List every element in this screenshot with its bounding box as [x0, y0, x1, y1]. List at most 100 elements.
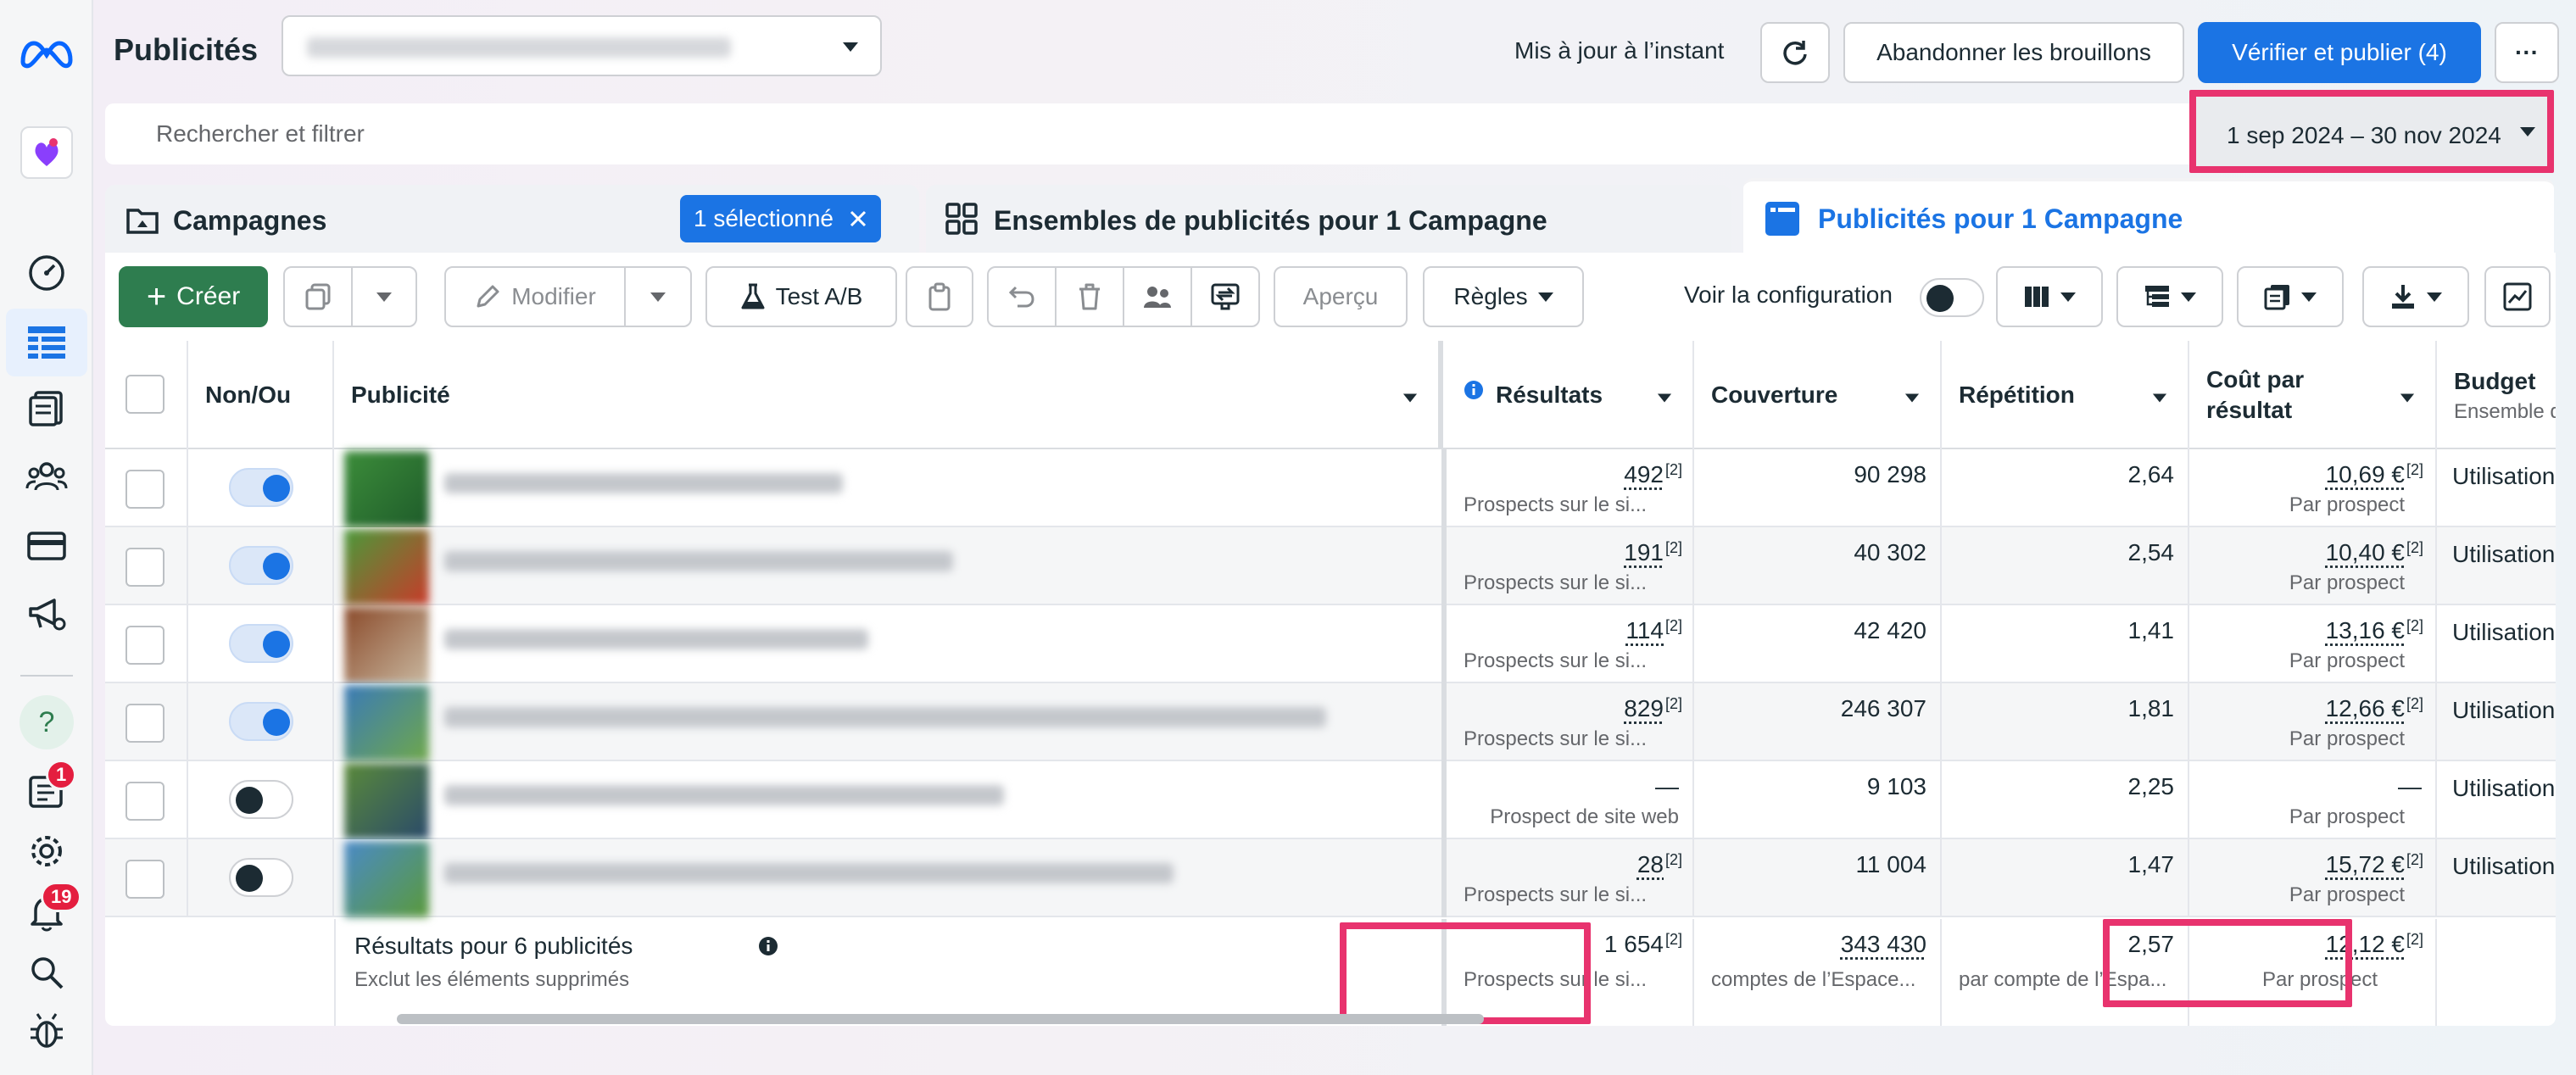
row-ad-cell[interactable]	[334, 449, 1447, 527]
row-ad-cell[interactable]	[334, 605, 1447, 683]
clipboard-button[interactable]	[906, 266, 973, 327]
transfer-button[interactable]	[1190, 266, 1260, 327]
export-button[interactable]	[2362, 266, 2469, 327]
charts-button[interactable]	[2484, 266, 2551, 327]
cpr-value[interactable]: 13,16 €	[2326, 617, 2405, 644]
row-checkbox[interactable]	[125, 782, 164, 821]
settings-gear-icon[interactable]	[0, 829, 93, 873]
ad-status-toggle[interactable]	[229, 858, 293, 897]
refresh-button[interactable]	[1760, 22, 1830, 83]
ad-name-redacted[interactable]	[444, 863, 1174, 883]
select-all-checkbox[interactable]	[125, 375, 164, 414]
account-avatar[interactable]	[0, 125, 93, 180]
col-budget[interactable]: Budget Ensemble de publi...	[2437, 341, 2556, 449]
duplicate-menu-button[interactable]	[351, 266, 417, 327]
ad-name-redacted[interactable]	[444, 551, 953, 571]
preview-button[interactable]: Aperçu	[1274, 266, 1408, 327]
create-button[interactable]: + Créer	[119, 266, 268, 327]
tab-adsets[interactable]: Ensembles de publicités pour 1 Campagne	[926, 185, 1731, 254]
search-input[interactable]: Rechercher et filtrer	[156, 120, 365, 148]
alerts-bell-icon[interactable]: 19	[0, 882, 93, 936]
row-checkbox[interactable]	[125, 704, 164, 743]
audience-button[interactable]	[1123, 266, 1192, 327]
date-range-picker[interactable]: 1 sep 2024 – 30 nov 2024	[2189, 90, 2554, 173]
info-icon[interactable]	[758, 936, 778, 956]
ab-test-button[interactable]: Test A/B	[705, 266, 897, 327]
row-checkbox[interactable]	[125, 860, 164, 899]
cpr-value[interactable]: 10,40 €	[2326, 539, 2405, 566]
results-value[interactable]: 829	[1624, 695, 1664, 722]
dashboard-gauge-icon[interactable]	[0, 251, 93, 295]
delete-button[interactable]	[1055, 266, 1124, 327]
undo-button[interactable]	[987, 266, 1057, 327]
table-row[interactable]: — Prospect de site web 9 103 2,25 — Par prosp…	[105, 761, 2556, 839]
help-icon[interactable]: ?	[0, 695, 93, 749]
rules-button[interactable]: Règles	[1423, 266, 1584, 327]
ad-thumbnail[interactable]	[344, 451, 429, 527]
discard-drafts-button[interactable]: Abandonner les brouillons	[1843, 22, 2184, 83]
review-publish-button[interactable]: Vérifier et publier (4)	[2198, 22, 2481, 83]
results-value[interactable]: 191	[1624, 539, 1664, 566]
row-checkbox[interactable]	[125, 626, 164, 665]
col-frequency[interactable]: Répétition	[1942, 341, 2189, 449]
ad-thumbnail[interactable]	[344, 607, 429, 683]
campaign-megaphone-icon[interactable]	[0, 590, 93, 638]
col-results[interactable]: Résultats	[1447, 341, 1694, 449]
table-row[interactable]: 114 [2] Prospects sur le si... 42 420 1,41 13…	[105, 605, 2556, 683]
cpr-value[interactable]: 15,72 €	[2326, 851, 2405, 878]
results-value[interactable]: 114	[1625, 617, 1664, 644]
results-value[interactable]: 492	[1624, 461, 1664, 488]
ad-name-redacted[interactable]	[444, 707, 1326, 727]
col-cost-per-result[interactable]: Coût par résultat	[2189, 341, 2437, 449]
ad-thumbnail[interactable]	[344, 763, 429, 839]
notifications-news-icon[interactable]: 1	[0, 760, 93, 814]
row-ad-cell[interactable]	[334, 761, 1447, 839]
col-reach[interactable]: Couverture	[1694, 341, 1942, 449]
scrollbar-thumb[interactable]	[397, 1014, 1484, 1024]
table-row[interactable]: 191 [2] Prospects sur le si... 40 302 2,54 10…	[105, 527, 2556, 605]
row-ad-cell[interactable]	[334, 527, 1447, 605]
search-icon[interactable]	[0, 951, 93, 994]
pages-icon[interactable]	[0, 387, 93, 431]
cpr-value[interactable]: —	[2398, 773, 2422, 800]
results-value[interactable]: —	[1655, 773, 1679, 800]
billing-card-icon[interactable]	[0, 524, 93, 568]
row-ad-cell[interactable]	[334, 683, 1447, 761]
results-value[interactable]: 28	[1637, 851, 1664, 878]
col-ad[interactable]: Publicité	[334, 341, 1443, 449]
row-checkbox[interactable]	[125, 548, 164, 587]
close-icon[interactable]	[849, 209, 867, 228]
ad-status-toggle[interactable]	[229, 624, 293, 663]
cpr-value[interactable]: 10,69 €	[2326, 461, 2405, 488]
search-filter-bar[interactable]: Rechercher et filtrer	[105, 103, 2189, 164]
tab-ads[interactable]: Publicités pour 1 Campagne	[1743, 178, 2554, 256]
reports-button[interactable]	[2237, 266, 2344, 327]
ad-thumbnail[interactable]	[344, 841, 429, 917]
ad-thumbnail[interactable]	[344, 685, 429, 761]
ad-status-toggle[interactable]	[229, 546, 293, 585]
duplicate-button[interactable]	[283, 266, 353, 327]
table-row[interactable]: 28 [2] Prospects sur le si... 11 004 1,47 15,…	[105, 839, 2556, 917]
ad-status-toggle[interactable]	[229, 702, 293, 741]
audiences-icon[interactable]	[0, 454, 93, 499]
table-row[interactable]: 829 [2] Prospects sur le si... 246 307 1,81 1…	[105, 683, 2556, 761]
bug-report-icon[interactable]	[0, 1009, 93, 1053]
horizontal-scrollbar[interactable]	[105, 1011, 2556, 1026]
ad-account-selector[interactable]	[282, 15, 882, 76]
view-setup-toggle[interactable]	[1920, 278, 1984, 317]
ad-name-redacted[interactable]	[444, 785, 1004, 805]
col-onoff[interactable]: Non/Ou	[188, 341, 334, 449]
ad-status-toggle[interactable]	[229, 780, 293, 819]
edit-button[interactable]: Modifier	[444, 266, 626, 327]
cpr-value[interactable]: 12,66 €	[2326, 695, 2405, 722]
edit-menu-button[interactable]	[624, 266, 692, 327]
breakdown-button[interactable]	[2116, 266, 2223, 327]
columns-button[interactable]	[1996, 266, 2103, 327]
more-options-button[interactable]: ···	[2495, 22, 2559, 83]
ad-name-redacted[interactable]	[444, 629, 868, 649]
ad-status-toggle[interactable]	[229, 468, 293, 507]
ads-manager-table-icon[interactable]	[6, 309, 87, 376]
row-ad-cell[interactable]	[334, 839, 1447, 917]
table-row[interactable]: 492 [2] Prospects sur le si... 90 298 2,64 10…	[105, 449, 2556, 527]
ad-thumbnail[interactable]	[344, 529, 429, 605]
